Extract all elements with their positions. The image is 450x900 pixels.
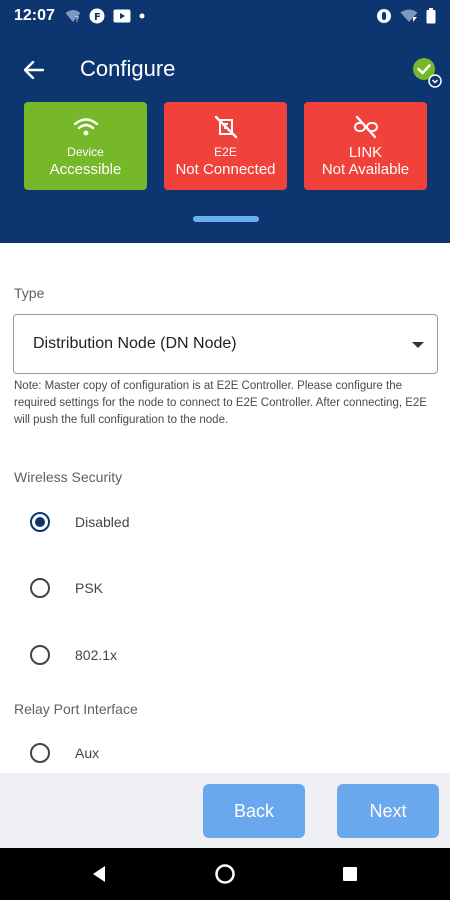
wireless-option-8021x[interactable]: 802.1x [0, 633, 450, 677]
nav-back-icon[interactable] [88, 863, 110, 885]
tile-line2: Not Available [321, 161, 410, 178]
link-status-tile[interactable]: LINK Not Available [304, 102, 427, 190]
nav-recents-icon[interactable] [339, 863, 361, 885]
check-circle-icon[interactable] [412, 57, 444, 89]
radio-label: Aux [75, 745, 100, 761]
type-select[interactable]: Distribution Node (DN Node) [13, 314, 438, 374]
link-off-icon [353, 113, 379, 141]
wireless-option-disabled[interactable]: Disabled [0, 500, 450, 544]
wifi-question-icon: ? [65, 9, 81, 23]
wifi-icon [73, 113, 99, 141]
tile-line2: Not Connected [175, 161, 276, 178]
relay-port-label: Relay Port Interface [14, 701, 138, 717]
tile-line1: E2E [214, 145, 237, 159]
cloud-off-icon [213, 113, 239, 141]
back-arrow-button[interactable] [18, 54, 50, 86]
tile-line1: LINK [348, 144, 383, 161]
radio-unchecked[interactable] [30, 743, 50, 763]
location-icon: F [89, 8, 105, 24]
wifi-icon [400, 9, 418, 23]
status-right-icons [376, 8, 436, 24]
status-bar: 12:07 ? F [0, 0, 450, 32]
app-header: Configure Device Accessible E2E Not Conn… [0, 32, 450, 243]
chevron-down-icon [412, 342, 424, 348]
cast-icon [113, 9, 131, 23]
type-select-value: Distribution Node (DN Node) [33, 335, 237, 352]
relay-option-aux[interactable]: Aux [0, 731, 450, 775]
system-nav-bar [0, 848, 450, 900]
radio-unchecked[interactable] [30, 645, 50, 665]
radio-checked[interactable] [30, 512, 50, 532]
e2e-status-tile[interactable]: E2E Not Connected [164, 102, 287, 190]
config-note: Note: Master copy of configuration is at… [14, 380, 427, 426]
tile-line2: Accessible [49, 161, 122, 178]
page-title: Configure [80, 56, 176, 81]
pager-indicator [193, 216, 259, 222]
arrow-left-icon [24, 61, 44, 79]
battery-icon [426, 8, 436, 24]
radio-label: 802.1x [75, 647, 118, 663]
record-icon [376, 8, 392, 24]
status-time: 12:07 [14, 7, 55, 24]
nav-home-icon[interactable] [214, 863, 236, 885]
status-left-icons: ? F [65, 8, 145, 24]
wireless-security-label: Wireless Security [14, 469, 123, 485]
config-form: Type Distribution Node (DN Node) Note: M… [0, 243, 450, 773]
footer-actions: Back Next [0, 773, 450, 848]
tile-line1: Device [67, 145, 104, 159]
back-button[interactable]: Back [203, 784, 305, 838]
svg-text:?: ? [75, 15, 79, 23]
type-label: Type [14, 285, 45, 301]
wireless-option-psk[interactable]: PSK [0, 566, 450, 610]
next-button[interactable]: Next [337, 784, 439, 838]
radio-unchecked[interactable] [30, 578, 50, 598]
radio-label: Disabled [75, 514, 130, 530]
radio-label: PSK [75, 580, 104, 596]
notification-dot-icon [139, 13, 145, 19]
svg-text:F: F [94, 12, 101, 23]
device-status-tile[interactable]: Device Accessible [24, 102, 147, 190]
